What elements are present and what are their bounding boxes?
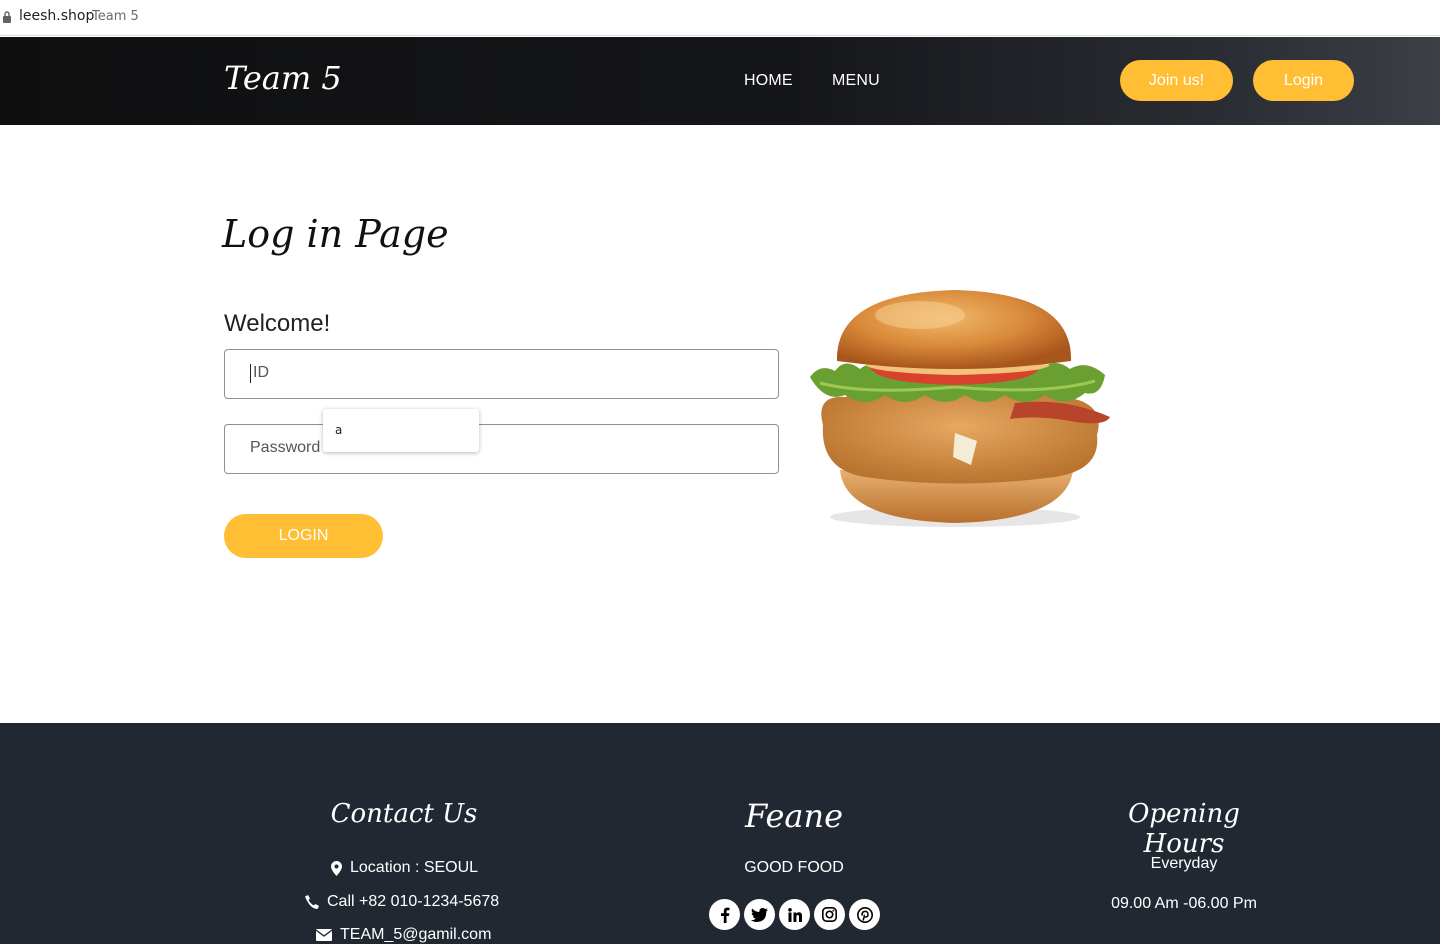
id-input[interactable]: ID	[224, 349, 779, 399]
browser-address-bar[interactable]: leesh.shop Team 5	[0, 0, 1440, 36]
linkedin-icon[interactable]	[779, 899, 810, 930]
instagram-icon[interactable]	[814, 899, 845, 930]
facebook-icon[interactable]	[709, 899, 740, 930]
twitter-icon[interactable]	[744, 899, 775, 930]
welcome-heading: Welcome!	[224, 310, 331, 337]
text-caret	[250, 364, 251, 383]
location-pin-icon	[331, 860, 342, 876]
email-text: TEAM_5@gamil.com	[340, 926, 492, 943]
page-title: Log in Page	[222, 212, 449, 256]
footer-brand-heading: Feane	[744, 797, 843, 835]
hours-days: Everyday	[1150, 855, 1218, 872]
pinterest-icon[interactable]	[849, 899, 880, 930]
location-text: Location : SEOUL	[350, 859, 479, 876]
opening-hours-heading: Opening Hours	[1128, 799, 1240, 859]
brand-logo[interactable]: Team 5	[224, 59, 342, 97]
envelope-icon	[316, 929, 332, 941]
lock-icon	[3, 11, 11, 23]
join-us-button[interactable]: Join us!	[1120, 60, 1233, 101]
autocomplete-dropdown[interactable]: a	[323, 409, 479, 452]
password-placeholder: Password	[250, 439, 321, 456]
nav-menu-link[interactable]: MENU	[832, 72, 880, 90]
site-header: Team 5 HOME MENU Join us! Login	[0, 37, 1440, 125]
location-line[interactable]: Location : SEOUL	[331, 859, 478, 877]
email-line[interactable]: TEAM_5@gamil.com	[316, 926, 491, 944]
footer-tagline: GOOD FOOD	[744, 859, 844, 876]
password-input[interactable]: Password	[224, 424, 779, 474]
site-footer: Contact Us Location : SEOUL Call +82 010…	[0, 723, 1440, 944]
login-submit-button[interactable]: LOGIN	[224, 514, 383, 558]
browser-domain: leesh.shop	[19, 8, 95, 24]
burger-image	[810, 290, 1110, 527]
header-login-button[interactable]: Login	[1253, 60, 1354, 101]
nav-home-link[interactable]: HOME	[744, 72, 793, 90]
phone-icon	[305, 895, 319, 909]
autocomplete-option[interactable]: a	[335, 423, 342, 437]
id-placeholder: ID	[253, 364, 269, 381]
browser-page-title: Team 5	[92, 9, 139, 24]
hours-time: 09.00 Am -06.00 Pm	[1111, 895, 1257, 912]
phone-line[interactable]: Call +82 010-1234-5678	[305, 893, 499, 911]
phone-text: Call +82 010-1234-5678	[327, 893, 500, 910]
contact-us-heading: Contact Us	[330, 799, 478, 829]
